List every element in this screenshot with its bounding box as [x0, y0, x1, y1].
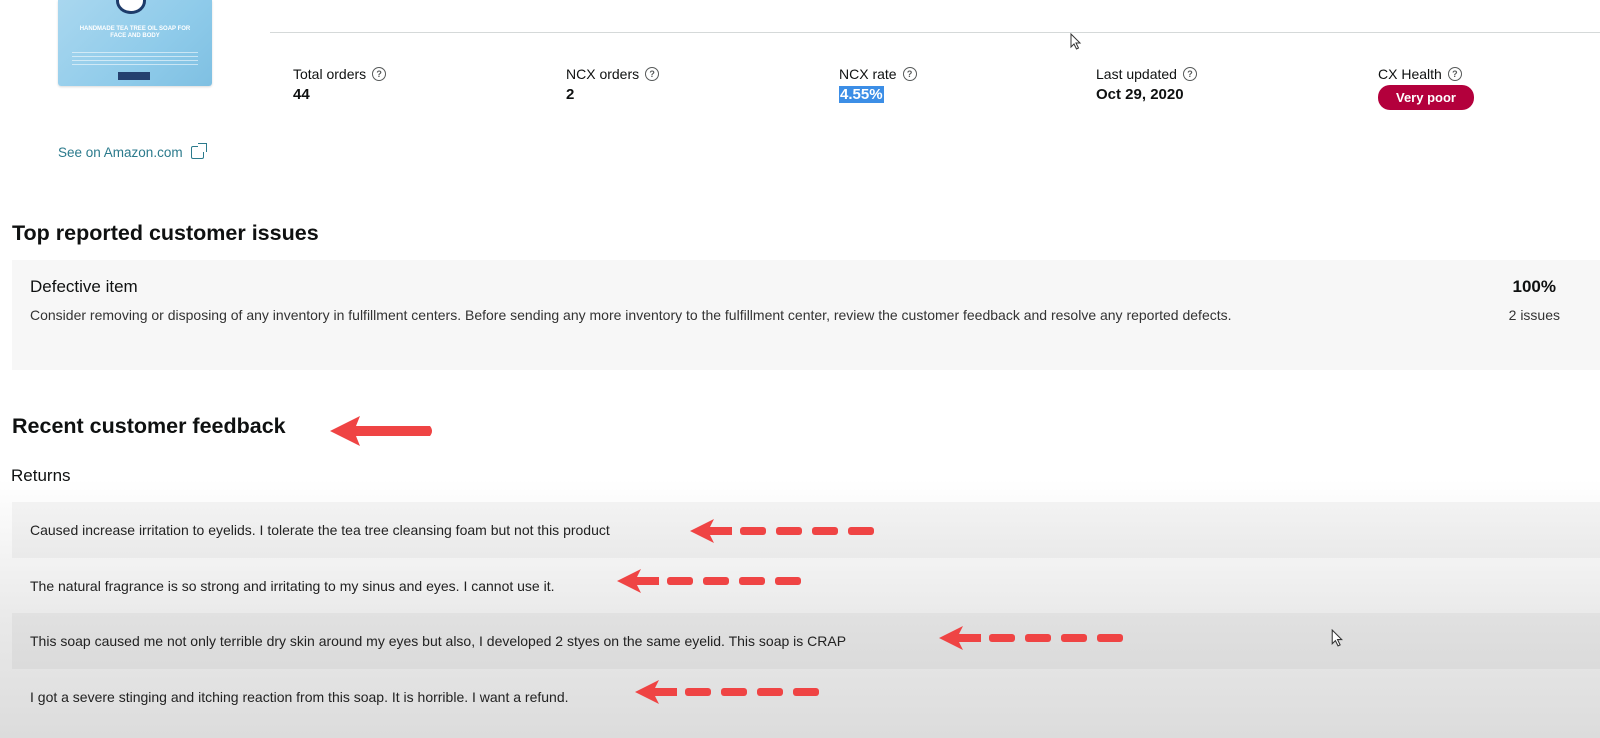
metric-label: CX Health — [1378, 66, 1442, 82]
product-image-fineprint — [72, 52, 198, 66]
product-weight-badge — [118, 72, 150, 80]
product-image-text: HANDMADE TEA TREE OIL SOAP FOR FACE AND … — [79, 26, 191, 39]
question-circle-icon[interactable]: ? — [372, 67, 387, 81]
feedback-text: Caused increase irritation to eyelids. I… — [30, 522, 610, 538]
metric-total-orders: Total orders? 44 — [293, 66, 387, 103]
feedback-text: The natural fragrance is so strong and i… — [30, 578, 555, 594]
metric-label: Total orders — [293, 66, 367, 82]
metric-ncx-orders: NCX orders? 2 — [566, 66, 660, 103]
metric-label: NCX orders — [566, 66, 640, 82]
issues-section-title: Top reported customer issues — [12, 221, 319, 245]
metric-value-selected: 4.55% — [839, 86, 884, 103]
feedback-section-title: Recent customer feedback — [12, 414, 286, 438]
issue-description: Consider removing or disposing of any in… — [30, 307, 1232, 323]
metric-value: Oct 29, 2020 — [1096, 86, 1184, 103]
returns-subtitle: Returns — [11, 466, 71, 485]
issue-card: Defective item Consider removing or disp… — [12, 260, 1600, 370]
mouse-pointer-icon — [1331, 628, 1344, 653]
header-divider — [270, 32, 1600, 33]
metric-label: NCX rate — [839, 66, 897, 82]
list-item: This soap caused me not only terrible dr… — [12, 613, 1600, 669]
question-circle-icon[interactable]: ? — [1182, 67, 1197, 81]
status-badge: Very poor — [1378, 85, 1474, 110]
brand-logo-icon — [116, 0, 146, 14]
feedback-text: I got a severe stinging and itching reac… — [30, 689, 569, 705]
issue-name: Defective item — [30, 277, 138, 296]
annotation-dashed-arrow-icon — [939, 626, 1123, 650]
feedback-text: This soap caused me not only terrible dr… — [30, 633, 847, 649]
question-circle-icon[interactable]: ? — [645, 67, 660, 81]
product-image[interactable]: HANDMADE TEA TREE OIL SOAP FOR FACE AND … — [58, 0, 212, 86]
issue-count: 2 issues — [1508, 307, 1560, 323]
question-circle-icon[interactable]: ? — [902, 67, 917, 81]
see-on-amazon-label: See on Amazon.com — [58, 145, 183, 160]
see-on-amazon-link[interactable]: See on Amazon.com — [58, 143, 207, 160]
metric-value: 2 — [566, 86, 575, 103]
metric-last-updated: Last updated? Oct 29, 2020 — [1096, 66, 1197, 103]
annotation-dashed-arrow-icon — [690, 519, 874, 543]
metric-label: Last updated — [1096, 66, 1177, 82]
metric-ncx-rate: NCX rate? 4.55% — [839, 66, 917, 103]
annotation-dashed-arrow-icon — [617, 569, 801, 593]
external-link-icon — [190, 143, 207, 159]
question-circle-icon[interactable]: ? — [1447, 67, 1462, 81]
mouse-pointer-icon — [1070, 32, 1082, 54]
annotation-dashed-arrow-icon — [635, 680, 819, 704]
metric-cx-health: CX Health? Very poor — [1378, 66, 1474, 110]
metric-value: 44 — [293, 86, 310, 103]
issue-percent: 100% — [1512, 277, 1556, 296]
annotation-arrow-icon — [330, 416, 432, 446]
